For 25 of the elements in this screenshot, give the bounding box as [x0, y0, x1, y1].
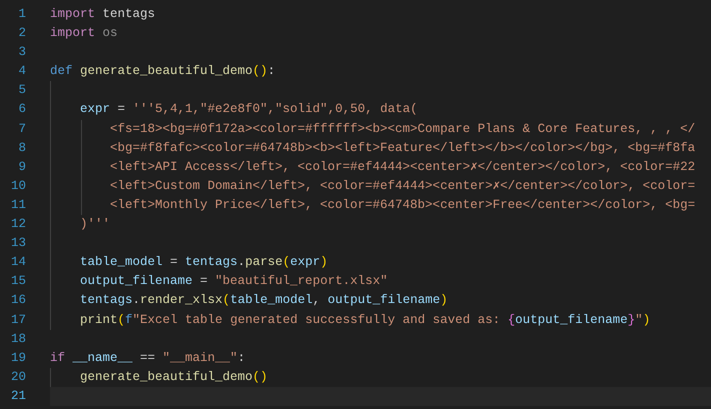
line-number: 7 [17, 120, 26, 138]
line-number: 21 [10, 388, 26, 405]
line-number: 2 [17, 25, 26, 42]
line-number: 15 [10, 273, 26, 290]
code-line: import tentags [50, 6, 156, 23]
line-number: 12 [10, 216, 26, 234]
line-number: 20 [10, 368, 26, 386]
line-number: 5 [17, 82, 26, 100]
line-number: 4 [17, 63, 26, 80]
line-number: 11 [10, 196, 26, 214]
line-number: 14 [10, 254, 26, 272]
line-number: 1 [17, 6, 26, 23]
line-number: 18 [10, 330, 26, 348]
line-number: 10 [10, 178, 26, 195]
line-number: 17 [10, 312, 26, 328]
line-number: 6 [17, 101, 26, 118]
code-line: def generate_beautiful_demo(): [50, 63, 276, 80]
line-number: 9 [17, 158, 26, 176]
line-number: 8 [17, 140, 26, 157]
line-number: 19 [10, 350, 26, 367]
line-number: 13 [10, 235, 26, 252]
line-number: 3 [17, 44, 26, 62]
code-line: if __name__ == "__main__": [50, 350, 246, 367]
line-number: 16 [10, 292, 26, 310]
code-line: import os [50, 25, 119, 42]
